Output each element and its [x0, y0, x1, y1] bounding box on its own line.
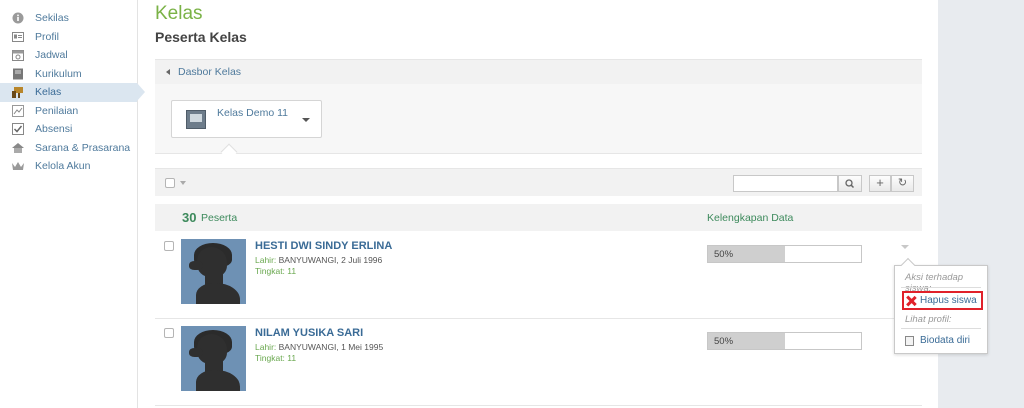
search-button[interactable]	[838, 175, 862, 192]
grade-label: Tingkat:	[255, 266, 285, 276]
calendar-icon	[12, 49, 24, 62]
row-actions-chevron-icon[interactable]	[901, 245, 909, 249]
select-all-checkbox[interactable]	[165, 178, 175, 188]
student-grade: Tingkat: 11	[255, 353, 296, 363]
popup-profile-heading: Lihat profil:	[905, 314, 952, 325]
sidebar-item-sekilas[interactable]: Sekilas	[0, 9, 137, 28]
biodata-label: Biodata diri	[920, 335, 971, 346]
completeness-progress-bar: 50%	[707, 332, 862, 350]
sidebar-item-kelas[interactable]: Kelas	[0, 83, 145, 102]
progress-text: 50%	[714, 249, 734, 260]
sidebar-item-label: Profil	[35, 30, 59, 43]
row-checkbox[interactable]	[164, 241, 174, 251]
sidebar-item-label: Jadwal	[35, 49, 68, 62]
sidebar-item-sarana[interactable]: Sarana & Prasarana	[0, 139, 137, 158]
sidebar-item-jadwal[interactable]: Jadwal	[0, 46, 137, 65]
sidebar-item-kurikulum[interactable]: Kurikulum	[0, 65, 137, 84]
page-title: Kelas	[155, 3, 203, 24]
avatar[interactable]	[181, 326, 246, 391]
sidebar-item-kelola-akun[interactable]: Kelola Akun	[0, 157, 137, 176]
student-count-label: Peserta	[201, 212, 238, 224]
student-name-link[interactable]: NILAM YUSIKA SARI	[255, 327, 363, 339]
select-menu-chevron-icon[interactable]	[180, 181, 186, 185]
breadcrumb-link-dasbor-kelas[interactable]: Dasbor Kelas	[178, 66, 241, 78]
class-dropdown[interactable]: Kelas Demo 11	[171, 100, 322, 138]
class-selector-area: Kelas Demo 11	[155, 84, 922, 154]
book-icon	[12, 68, 24, 80]
checkbox-icon	[12, 123, 24, 136]
student-birth: Lahir: BANYUWANGI, 2 Juli 1996	[255, 255, 382, 265]
delete-student-button[interactable]: Hapus siswa	[902, 291, 983, 310]
sidebar-item-absensi[interactable]: Absensi	[0, 120, 137, 139]
refresh-button[interactable]: ↻	[891, 175, 914, 192]
completeness-progress-bar: 50%	[707, 245, 862, 263]
sidebar-item-label: Kelas	[35, 86, 62, 99]
classroom-board-icon	[186, 110, 206, 129]
list-toolbar: + ↻	[155, 168, 922, 196]
classroom-icon	[12, 86, 24, 99]
grade-value: 11	[287, 266, 297, 276]
chevron-left-icon	[166, 69, 170, 75]
profile-card-icon	[12, 31, 24, 43]
biodata-link[interactable]: Biodata diri	[905, 335, 970, 346]
student-list-header: 30 Peserta Kelengkapan Data	[155, 204, 922, 231]
search-icon	[845, 179, 855, 189]
add-student-button[interactable]: +	[869, 175, 891, 192]
crown-icon	[12, 160, 24, 172]
birth-value: BANYUWANGI, 2 Juli 1996	[278, 255, 383, 265]
row-checkbox[interactable]	[164, 328, 174, 338]
sidebar-item-label: Penilaian	[35, 104, 79, 117]
chevron-down-icon	[302, 118, 310, 122]
delete-student-label: Hapus siswa	[920, 295, 977, 306]
close-icon	[906, 296, 916, 306]
sidebar-item-label: Kurikulum	[35, 67, 82, 80]
page-subtitle: Peserta Kelas	[155, 29, 247, 45]
student-name-link[interactable]: HESTI DWI SINDY ERLINA	[255, 240, 392, 252]
progress-text: 50%	[714, 336, 734, 347]
avatar[interactable]	[181, 239, 246, 304]
sidebar-item-label: Sekilas	[35, 12, 69, 25]
house-icon	[12, 142, 24, 154]
sidebar-item-label: Kelola Akun	[35, 160, 91, 173]
search-input[interactable]	[733, 175, 838, 192]
student-row: NILAM YUSIKA SARI Lahir: BANYUWANGI, 1 M…	[155, 320, 922, 406]
popup-divider	[901, 287, 981, 288]
sidebar-item-penilaian[interactable]: Penilaian	[0, 102, 137, 121]
breadcrumb: Dasbor Kelas	[155, 59, 922, 84]
completeness-column-label: Kelengkapan Data	[707, 212, 794, 224]
class-dropdown-value: Kelas Demo 11	[217, 107, 289, 119]
student-birth: Lahir: BANYUWANGI, 1 Mei 1995	[255, 342, 383, 352]
birth-label: Lahir:	[255, 342, 277, 352]
sidebar-item-label: Absensi	[35, 123, 73, 136]
sidebar-item-profil[interactable]: Profil	[0, 28, 137, 47]
grading-icon	[12, 104, 24, 117]
grade-value: 11	[287, 353, 297, 363]
document-icon	[905, 335, 914, 346]
grade-label: Tingkat:	[255, 353, 285, 363]
info-icon	[12, 12, 24, 24]
birth-label: Lahir:	[255, 255, 277, 265]
birth-value: BANYUWANGI, 1 Mei 1995	[278, 342, 384, 352]
student-actions-popup: Aksi terhadap siswa: Hapus siswa Lihat p…	[894, 265, 988, 354]
sidebar: Sekilas Profil Jadwal Kurikulum Kelas Pe…	[0, 0, 145, 408]
student-count: 30	[182, 210, 197, 225]
student-grade: Tingkat: 11	[255, 266, 296, 276]
sidebar-item-label: Sarana & Prasarana	[35, 141, 131, 154]
popup-divider	[901, 328, 981, 329]
student-row: HESTI DWI SINDY ERLINA Lahir: BANYUWANGI…	[155, 233, 922, 319]
